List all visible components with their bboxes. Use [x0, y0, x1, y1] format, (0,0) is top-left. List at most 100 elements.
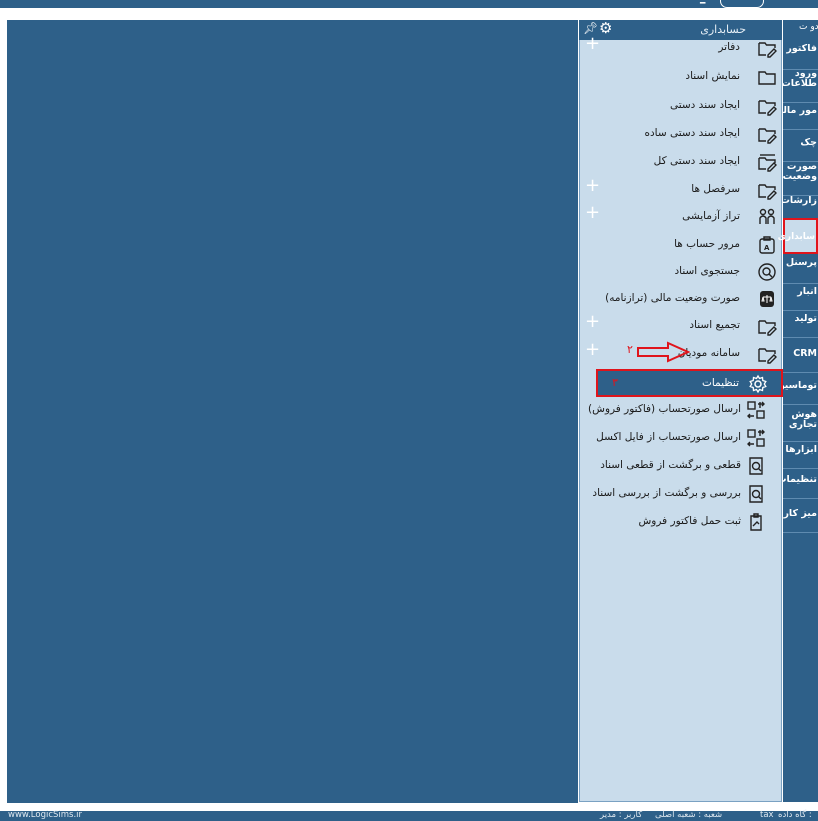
svg-text:A: A [764, 244, 770, 252]
menu-item-label: ایجاد سند دستی [669, 99, 740, 111]
sidebar-item[interactable]: فاکتور [783, 44, 818, 66]
user-label: کاربر : مدیر [600, 810, 643, 820]
submenu-item-label: ثبت حمل فاکتور فروش [638, 515, 741, 527]
folder-edit-icon [758, 42, 777, 58]
sidebar-divider [783, 468, 818, 469]
submenu-item-label: بررسی و برگشت از بررسی اسناد [592, 487, 741, 499]
expand-plus-icon[interactable]: + [585, 313, 600, 331]
menu-item-label: دفاتر [718, 41, 740, 53]
sidebar-divider [783, 441, 818, 442]
sidebar-item[interactable]: صورت وضعیت [783, 162, 818, 192]
doc-search-icon [749, 485, 763, 503]
sidebar-divider [783, 498, 818, 499]
sidebar-item[interactable]: انبار [783, 287, 818, 307]
annotation-badge: ۳ [612, 376, 618, 389]
folder-multi-edit-icon [758, 154, 777, 172]
sidebar-divider [783, 129, 818, 130]
menu-item-label: جستجوی اسناد [674, 265, 740, 277]
gear-icon [749, 374, 767, 394]
transfer-icon [747, 429, 765, 447]
transfer-icon [747, 401, 765, 419]
submenu-item-label: ارسال صورتحساب (فاکتور فروش) [588, 403, 741, 415]
sidebar-divider [783, 102, 818, 103]
sidebar-item[interactable]: پرسنل [783, 258, 818, 280]
folder-edit-icon [758, 128, 777, 144]
sidebar-item-label: سابداری [777, 232, 815, 242]
sidebar-item[interactable]: تنظیمات [783, 475, 818, 495]
workspace-area [7, 20, 578, 803]
sidebar-item[interactable]: مور مالی [783, 106, 818, 126]
database-value: tax [760, 810, 774, 820]
menu-item-settings[interactable]: ۳ تنظیمات [596, 369, 783, 397]
expand-plus-icon[interactable]: + [585, 177, 600, 195]
arrow-annotation-icon [637, 341, 690, 363]
folder-edit-icon [758, 348, 777, 364]
menu-item-label: صورت وضعیت مالی (ترازنامه) [605, 292, 740, 304]
status-bar: www.LogicSims.ir شعبه : شعبه اصلی کاربر … [0, 810, 818, 821]
sidebar-item[interactable]: هوش تجاری [783, 410, 818, 438]
sidebar-item-accounting[interactable]: سابداری [778, 218, 818, 254]
menu-item-label: تراز آزمایشی [682, 210, 740, 222]
logo [720, 0, 764, 8]
database-label: گاه داده : [778, 810, 812, 820]
search-document-icon [758, 263, 776, 281]
sidebar-item[interactable]: CRM [783, 349, 818, 369]
submenu-item[interactable]: ارسال صورتحساب (فاکتور فروش) [588, 397, 783, 425]
sidebar-item[interactable]: زارشات [783, 196, 818, 216]
menu-item[interactable]: ایجاد سند دستی کل [579, 149, 782, 177]
menu-item[interactable]: + تجمیع اسناد [579, 313, 782, 341]
account-review-icon: A [759, 236, 775, 254]
menu-item[interactable]: مرور حساب ها A [579, 232, 782, 260]
expand-plus-icon[interactable]: + [585, 35, 600, 53]
submenu-item-label: ارسال صورتحساب از فایل اکسل [596, 431, 741, 443]
menu-item[interactable]: نمایش اسناد [579, 64, 782, 92]
expand-plus-icon[interactable]: + [585, 204, 600, 222]
menu-item-label: تجمیع اسناد [689, 319, 740, 331]
submenu-item[interactable]: ثبت حمل فاکتور فروش [596, 509, 783, 537]
menu-item[interactable]: جستجوی اسناد [579, 259, 782, 287]
top-bar: ━ [0, 0, 818, 9]
sidebar-divider [783, 532, 818, 533]
submenu-item[interactable]: بررسی و برگشت از بررسی اسناد [592, 481, 783, 509]
menu-item-label: سرفصل ها [691, 183, 740, 195]
menu-item[interactable]: + تراز آزمایشی [579, 204, 782, 232]
sidebar-item[interactable]: ورود طلاعات [783, 69, 818, 99]
sidebar-item[interactable]: تولید [783, 314, 818, 334]
submenu-item[interactable]: ارسال صورتحساب از فایل اکسل [596, 425, 783, 453]
menu-item-label: ایجاد سند دستی ساده [644, 127, 740, 139]
folder-edit-icon [758, 320, 777, 336]
folder-icon [758, 71, 776, 85]
menu-item-label: مرور حساب ها [674, 238, 740, 250]
sidebar-item[interactable]: چک [783, 138, 818, 158]
folder-edit-icon [758, 184, 777, 200]
submenu-item[interactable]: قطعی و برگشت از قطعی اسناد [596, 453, 783, 481]
sidebar-divider [783, 372, 818, 373]
sidebar-divider [783, 283, 818, 284]
annotation-badge: ۲ [627, 343, 633, 356]
expand-plus-icon[interactable]: + [585, 341, 600, 359]
sidebar-top-label: دو ت [799, 22, 818, 32]
sidebar-divider [783, 404, 818, 405]
menu-item[interactable]: صورت وضعیت مالی (ترازنامه) [579, 286, 782, 314]
branch-label: شعبه : شعبه اصلی [655, 810, 723, 820]
menu-item-label: تنظیمات [701, 377, 739, 389]
menu-item[interactable]: ایجاد سند دستی [579, 93, 782, 121]
clipboard-icon [750, 513, 762, 531]
balance-sheet-icon [760, 291, 774, 307]
menu-item[interactable]: ایجاد سند دستی ساده [579, 121, 782, 149]
menu-item[interactable]: + سرفصل ها [579, 177, 782, 205]
sidebar-item[interactable]: میز کار [783, 509, 818, 529]
sidebar-divider [783, 310, 818, 311]
sidebar-divider [783, 337, 818, 338]
logo-mark: ━ [700, 0, 706, 9]
menu-item-label: نمایش اسناد [685, 70, 740, 82]
sidebar-item[interactable]: ابزارها [783, 445, 818, 465]
doc-search-icon [749, 457, 763, 475]
folder-edit-icon [758, 100, 777, 116]
menu-item[interactable]: + دفاتر [579, 35, 782, 63]
menu-item-label: ایجاد سند دستی کل [653, 155, 740, 167]
submenu-item-label: قطعی و برگشت از قطعی اسناد [600, 459, 741, 471]
sidebar-item[interactable]: توماسیون [783, 381, 818, 401]
scale-icon [759, 208, 775, 224]
website-label[interactable]: www.LogicSims.ir [8, 810, 82, 820]
